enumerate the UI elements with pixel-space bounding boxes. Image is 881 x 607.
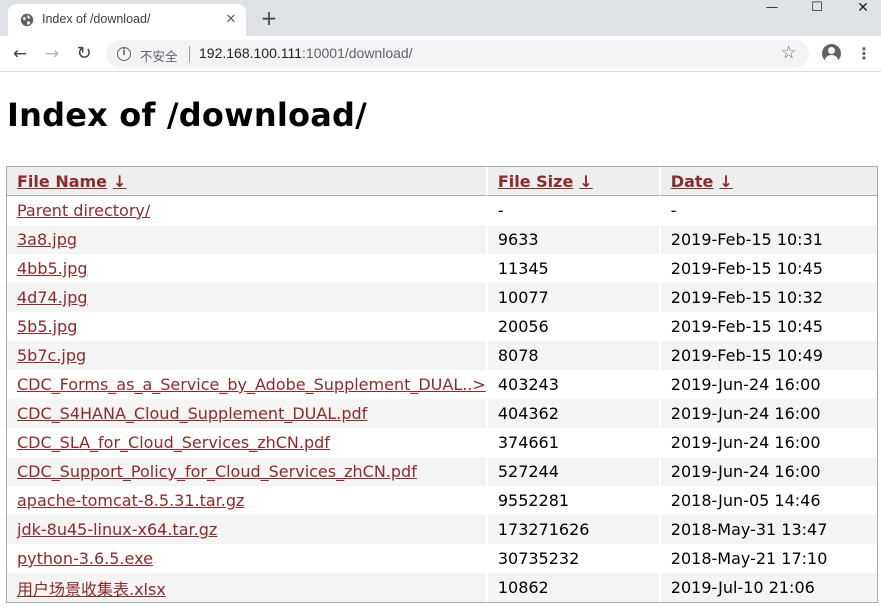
address-separator [189,46,190,62]
file-date-cell: 2019-Jun-24 16:00 [658,399,877,428]
file-date-cell: 2019-Feb-15 10:45 [658,254,877,283]
file-link[interactable]: python-3.6.5.exe [17,549,153,568]
sort-arrow-icon: ↓ [719,171,733,191]
table-row: 3a8.jpg 9633 2019-Feb-15 10:31 [7,225,877,254]
sort-by-size-link[interactable]: File Size ↓ [498,172,593,191]
file-size-cell: 20056 [485,312,659,341]
file-date-cell: 2019-Jun-24 16:00 [658,370,877,399]
file-link[interactable]: Parent directory/ [17,201,150,220]
page-title: Index of /download/ [7,96,367,134]
file-link[interactable]: CDC_S4HANA_Cloud_Supplement_DUAL.pdf [17,404,367,423]
sort-arrow-icon: ↓ [113,171,127,191]
file-link[interactable]: 4d74.jpg [17,288,88,307]
table-header-row: File Name ↓ File Size ↓ Date ↓ [7,167,877,196]
file-size-cell: 527244 [485,457,659,486]
file-size-cell: 30735232 [485,544,659,573]
file-size-cell: 404362 [485,399,659,428]
bookmark-star-icon[interactable]: ☆ [781,43,796,63]
header-file-size: File Size ↓ [485,167,659,196]
window-maximize-button[interactable]: ☐ [794,0,840,18]
file-listing-table: File Name ↓ File Size ↓ Date ↓ Parent direc… [6,166,878,603]
avatar-body [825,55,838,63]
file-date-cell: 2019-Jul-10 21:06 [658,573,877,602]
back-button[interactable]: ← [8,42,32,66]
file-size-cell: - [485,196,659,225]
table-row: jdk-8u45-linux-x64.tar.gz 173271626 2018-M… [7,515,877,544]
browser-tab[interactable]: Index of /download/ ✕ [8,4,246,36]
new-tab-button[interactable]: + [258,8,280,30]
url-path: :10001/download/ [302,45,413,61]
file-link[interactable]: CDC_SLA_for_Cloud_Services_zhCN.pdf [17,433,330,452]
avatar-head [828,47,835,54]
profile-avatar-icon[interactable] [822,44,841,63]
table-row: CDC_SLA_for_Cloud_Services_zhCN.pdf 37466… [7,428,877,457]
info-icon[interactable]: i [117,47,131,61]
sort-by-name-link[interactable]: File Name ↓ [17,172,126,191]
file-link[interactable]: CDC_Forms_as_a_Service_by_Adobe_Suppleme… [17,375,486,394]
file-link[interactable]: jdk-8u45-linux-x64.tar.gz [17,520,217,539]
tab-close-icon[interactable]: ✕ [223,12,239,28]
file-size-cell: 10077 [485,283,659,312]
file-date-cell: 2019-Jun-24 16:00 [658,428,877,457]
sort-by-date-link[interactable]: Date ↓ [671,172,733,191]
globe-icon [20,13,34,27]
browser-toolbar: ← → ↻ i 不安全 192.168.100.111:10001/downlo… [0,36,881,72]
file-link[interactable]: 4bb5.jpg [17,259,88,278]
sort-arrow-icon: ↓ [579,171,593,191]
header-label: Date [670,171,714,191]
address-bar[interactable]: i 不安全 192.168.100.111:10001/download/ ☆ [106,40,809,68]
table-row: python-3.6.5.exe 30735232 2018-May-21 17:1… [7,544,877,573]
file-link[interactable]: 5b7c.jpg [17,346,86,365]
file-size-cell: 403243 [485,370,659,399]
file-size-cell: 11345 [485,254,659,283]
file-date-cell: 2018-Jun-05 14:46 [658,486,877,515]
table-row: 用户场景收集表.xlsx 10862 2019-Jul-10 21:06 [7,573,877,602]
table-row: Parent directory/ - - [7,196,877,225]
header-label: File Size [497,171,574,191]
window-close-button[interactable]: ✕ [840,0,881,18]
forward-button[interactable]: → [40,42,64,66]
table-row: apache-tomcat-8.5.31.tar.gz 9552281 2018-J… [7,486,877,515]
file-link[interactable]: 5b5.jpg [17,317,77,336]
table-row: 4d74.jpg 10077 2019-Feb-15 10:32 [7,283,877,312]
header-date: Date ↓ [658,167,877,196]
file-date-cell: 2019-Jun-24 16:00 [658,457,877,486]
header-file-name: File Name ↓ [7,167,486,196]
file-size-cell: 9552281 [485,486,659,515]
file-link[interactable]: apache-tomcat-8.5.31.tar.gz [17,491,244,510]
file-date-cell: 2019-Feb-15 10:45 [658,312,877,341]
file-link[interactable]: 用户场景收集表.xlsx [17,580,166,599]
file-date-cell: 2019-Feb-15 10:31 [658,225,877,254]
file-date-cell: 2019-Feb-15 10:32 [658,283,877,312]
table-row: 5b7c.jpg 8078 2019-Feb-15 10:49 [7,341,877,370]
file-size-cell: 173271626 [485,515,659,544]
file-date-cell: 2019-Feb-15 10:49 [658,341,877,370]
file-link[interactable]: CDC_Support_Policy_for_Cloud_Services_zh… [17,462,417,481]
file-size-cell: 374661 [485,428,659,457]
url-host: 192.168.100.111 [199,45,303,61]
table-row: 4bb5.jpg 11345 2019-Feb-15 10:45 [7,254,877,283]
table-row: CDC_Forms_as_a_Service_by_Adobe_Suppleme… [7,370,877,399]
browser-tab-strip: Index of /download/ ✕ + — ☐ ✕ [0,0,881,36]
file-size-cell: 9633 [485,225,659,254]
file-link[interactable]: 3a8.jpg [17,230,77,249]
table-row: 5b5.jpg 20056 2019-Feb-15 10:45 [7,312,877,341]
reload-button[interactable]: ↻ [72,42,96,66]
browser-menu-icon[interactable]: ⋮ [856,43,872,65]
table-row: CDC_Support_Policy_for_Cloud_Services_zh… [7,457,877,486]
security-label[interactable]: 不安全 [140,46,178,65]
file-size-cell: 8078 [485,341,659,370]
tab-title: Index of /download/ [42,12,151,26]
window-minimize-button[interactable]: — [749,0,795,18]
file-size-cell: 10862 [485,573,659,602]
url-text[interactable]: 192.168.100.111:10001/download/ [199,45,413,61]
file-date-cell: - [658,196,877,225]
header-label: File Name [17,171,108,191]
file-date-cell: 2018-May-21 17:10 [658,544,877,573]
file-date-cell: 2018-May-31 13:47 [658,515,877,544]
table-row: CDC_S4HANA_Cloud_Supplement_DUAL.pdf 4043… [7,399,877,428]
